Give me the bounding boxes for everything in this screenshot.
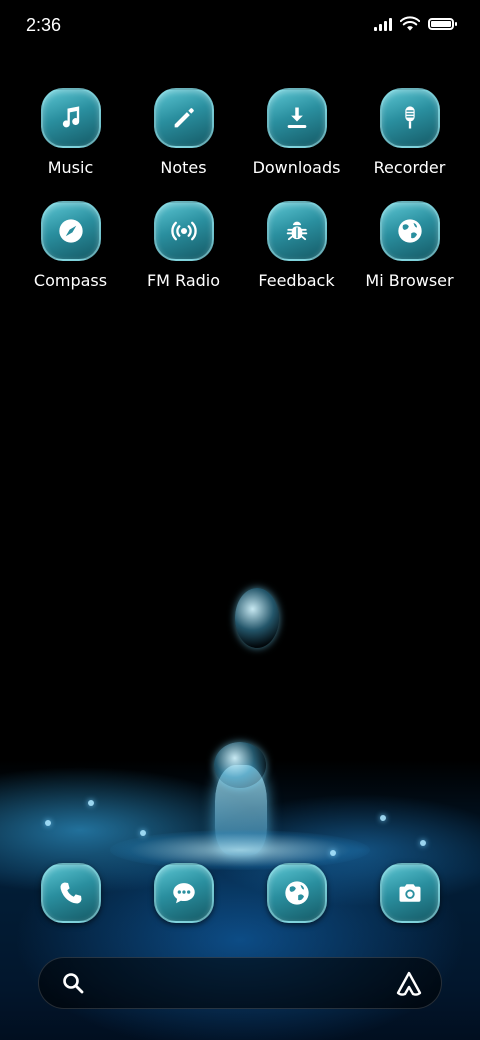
messages-app-icon[interactable] — [153, 863, 214, 923]
app-label: Recorder — [373, 158, 446, 177]
app-feedback[interactable]: Feedback — [240, 201, 353, 290]
mi-browser-app-icon[interactable] — [379, 201, 440, 261]
download-icon — [287, 107, 306, 129]
falling-water-drop — [235, 588, 279, 648]
app-mi-browser[interactable]: Mi Browser — [353, 201, 466, 290]
app-label: Compass — [33, 271, 108, 290]
water-sparkle — [380, 815, 386, 821]
dock — [14, 863, 466, 923]
globe-icon — [284, 881, 309, 905]
compass-icon — [58, 219, 83, 243]
app-notes[interactable]: Notes — [127, 88, 240, 177]
app-fm-radio[interactable]: FM Radio — [127, 201, 240, 290]
camera-app-icon[interactable] — [379, 863, 440, 923]
app-label: Music — [47, 158, 94, 177]
microphone-icon — [404, 106, 415, 129]
search-icon[interactable] — [61, 971, 85, 995]
app-recorder[interactable]: Recorder — [353, 88, 466, 177]
status-bar: 2:36 — [0, 0, 480, 50]
splash-top-drop — [214, 742, 266, 788]
recorder-app-icon[interactable] — [379, 88, 440, 148]
water-sparkle — [420, 840, 426, 846]
camera-icon — [399, 884, 420, 902]
wifi-icon — [400, 16, 420, 31]
app-music[interactable]: Music — [14, 88, 127, 177]
fm-radio-app-icon[interactable] — [153, 201, 214, 261]
music-app-icon[interactable] — [40, 88, 101, 148]
pencil-icon — [174, 108, 194, 128]
status-time: 2:36 — [26, 15, 62, 35]
battery-level-fill — [431, 21, 451, 27]
assistant-icon[interactable] — [395, 970, 423, 998]
app-label: Downloads — [252, 158, 341, 177]
signal-icon — [374, 17, 392, 31]
compass-app-icon[interactable] — [40, 201, 101, 261]
music-note-icon — [62, 106, 79, 128]
dock-messages[interactable] — [127, 863, 240, 923]
app-label: FM Radio — [146, 271, 221, 290]
app-label: Mi Browser — [365, 271, 454, 290]
app-downloads[interactable]: Downloads — [240, 88, 353, 177]
browser-app-icon[interactable] — [266, 863, 327, 923]
dock-camera[interactable] — [353, 863, 466, 923]
phone-app-icon[interactable] — [40, 863, 101, 923]
feedback-app-icon[interactable] — [266, 201, 327, 261]
globe-icon — [397, 219, 422, 243]
dock-phone[interactable] — [14, 863, 127, 923]
bug-icon — [286, 221, 307, 241]
water-sparkle — [45, 820, 51, 826]
app-label: Notes — [160, 158, 207, 177]
water-sparkle — [330, 850, 336, 856]
notes-app-icon[interactable] — [153, 88, 214, 148]
app-grid: Music Notes Downloads Recorder Compass F… — [14, 88, 466, 290]
downloads-app-icon[interactable] — [266, 88, 327, 148]
app-label: Feedback — [258, 271, 335, 290]
dock-browser[interactable] — [240, 863, 353, 923]
status-icons — [374, 16, 457, 32]
search-bar[interactable] — [38, 957, 442, 1009]
messages-icon — [172, 883, 195, 904]
battery-icon — [428, 18, 457, 30]
water-sparkle — [88, 800, 94, 806]
radio-icon — [170, 221, 197, 241]
app-compass[interactable]: Compass — [14, 201, 127, 290]
water-sparkle — [140, 830, 146, 836]
phone-icon — [60, 882, 81, 904]
